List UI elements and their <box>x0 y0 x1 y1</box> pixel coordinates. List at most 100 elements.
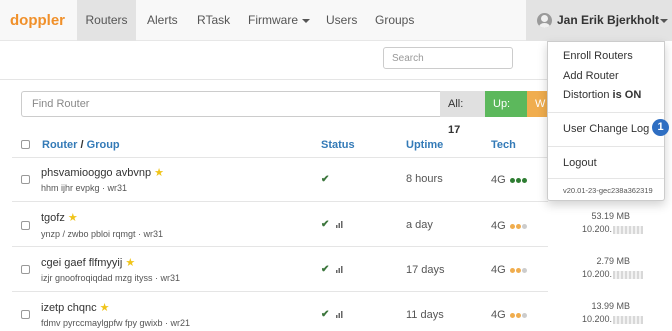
brand-logo[interactable]: doppler <box>10 12 65 29</box>
menu-divider <box>548 112 664 113</box>
filter-all-button[interactable]: All: 17 <box>440 91 485 136</box>
star-icon: ★ <box>154 167 164 179</box>
filter-all-label: All: <box>448 98 464 110</box>
ip-address: 10.200. <box>582 314 644 324</box>
row-divider <box>12 201 548 202</box>
row-checkbox[interactable] <box>21 310 30 319</box>
select-all-checkbox[interactable] <box>21 140 30 149</box>
filter-up-label: Up: <box>493 98 511 110</box>
signal-dot <box>509 223 515 229</box>
signal-bars-icon <box>336 266 343 273</box>
header-group: Group <box>86 139 120 151</box>
uptime-value: 8 hours <box>406 173 443 185</box>
menu-distortion-toggle[interactable]: Distortion is ON <box>563 89 641 101</box>
divider <box>0 79 548 80</box>
row-divider <box>12 291 548 292</box>
header-status[interactable]: Status <box>321 139 355 151</box>
tech-cell: 4G <box>491 264 527 276</box>
data-usage: 53.19 MB <box>591 211 630 221</box>
signal-bars-icon <box>336 311 343 318</box>
uptime-value: 17 days <box>406 264 445 276</box>
router-name[interactable]: izetp chqnc ★ <box>41 301 110 314</box>
router-group: fdmv pyrccmaylgpfw fpy gwixb · wr21 <box>41 318 191 328</box>
menu-divider <box>548 178 664 179</box>
tech-value: 4G <box>491 220 506 232</box>
router-name[interactable]: cgei gaef flfmyyij ★ <box>41 256 135 269</box>
header-uptime[interactable]: Uptime <box>406 139 443 151</box>
router-group: izjr gnoofroqiqdad mzg ityss · wr31 <box>41 273 181 283</box>
user-name: Jan Erik Bjerkholt <box>557 13 660 27</box>
nav-rtask[interactable]: RTask <box>197 0 230 41</box>
nav-groups[interactable]: Groups <box>375 0 414 41</box>
router-group: ynzp / zwbo pbloi rqmgt · wr31 <box>41 229 164 239</box>
redacted-ip <box>613 270 644 279</box>
row-divider <box>12 246 548 247</box>
redacted-ip <box>613 225 644 234</box>
filter-up-count: 5 <box>493 124 500 136</box>
header-tech[interactable]: Tech <box>491 139 516 151</box>
check-icon: ✔ <box>321 219 330 230</box>
menu-add-router[interactable]: Add Router <box>563 70 619 82</box>
uptime-value: 11 days <box>406 309 444 321</box>
tech-value: 4G <box>491 309 506 321</box>
distortion-state: is ON <box>612 89 642 101</box>
signal-dot <box>521 223 527 229</box>
menu-divider <box>548 146 664 147</box>
signal-dot <box>515 267 521 273</box>
router-name-text: phsvamiooggo avbvnp <box>41 167 152 179</box>
row-checkbox[interactable] <box>21 221 30 230</box>
filter-all-count: 17 <box>448 124 461 136</box>
signal-dot <box>515 223 521 229</box>
nav-alerts[interactable]: Alerts <box>147 0 178 41</box>
signal-dot <box>521 177 527 183</box>
nav-users[interactable]: Users <box>326 0 357 41</box>
tech-cell: 4G <box>491 309 527 321</box>
router-group: hhm ijhr evpkg · wr31 <box>41 183 128 193</box>
tech-value: 4G <box>491 264 506 276</box>
menu-user-change-log[interactable]: User Change Log <box>563 123 649 135</box>
router-name[interactable]: phsvamiooggo avbvnp ★ <box>41 166 164 179</box>
check-icon: ✔ <box>321 264 330 275</box>
star-icon: ★ <box>99 302 110 314</box>
avatar <box>537 13 552 28</box>
signal-dot <box>515 312 521 318</box>
filter-warn-label: W <box>535 98 546 110</box>
row-checkbox[interactable] <box>21 175 30 184</box>
router-name[interactable]: tgofz ★ <box>41 211 78 224</box>
navbar: doppler Routers Alerts RTask Firmware Us… <box>0 0 672 41</box>
nav-routers[interactable]: Routers <box>77 0 136 41</box>
ip-prefix: 10.200. <box>582 314 613 324</box>
menu-logout[interactable]: Logout <box>563 157 597 169</box>
tech-cell: 4G <box>491 174 527 186</box>
router-name-text: tgofz <box>41 212 65 224</box>
data-usage: 2.79 MB <box>596 256 630 266</box>
check-icon: ✔ <box>321 174 330 185</box>
filter-warn-button[interactable]: W <box>527 91 548 117</box>
ip-address: 10.200. <box>582 224 644 234</box>
ip-address: 10.200. <box>582 269 644 279</box>
row-divider <box>12 157 548 158</box>
user-menu-button[interactable]: Jan Erik Bjerkholt <box>526 0 672 41</box>
header-router-group[interactable]: Router / Group <box>42 139 120 151</box>
tech-cell: 4G <box>491 220 527 232</box>
signal-dot <box>521 267 527 273</box>
uptime-value: a day <box>406 219 433 231</box>
menu-enroll-routers[interactable]: Enroll Routers <box>563 50 633 62</box>
star-icon: ★ <box>67 212 78 224</box>
router-name-text: izetp chqnc <box>41 302 97 314</box>
user-dropdown-menu: Enroll Routers Add Router Distortion is … <box>547 41 665 201</box>
chevron-down-icon <box>302 18 310 23</box>
version-text: v20.01-23-gec238a362319 <box>563 186 653 195</box>
header-router: Router <box>42 139 78 151</box>
ip-prefix: 10.200. <box>582 224 613 234</box>
search-input[interactable] <box>383 47 513 69</box>
row-checkbox[interactable] <box>21 265 30 274</box>
signal-dot <box>521 312 527 318</box>
filter-up-button[interactable]: Up: 5 <box>485 91 527 136</box>
find-router-input[interactable] <box>21 91 440 117</box>
nav-firmware[interactable]: Firmware <box>248 0 310 41</box>
tech-value: 4G <box>491 174 506 186</box>
distortion-label: Distortion <box>563 89 610 101</box>
signal-dot <box>515 177 521 183</box>
signal-dot <box>509 177 515 183</box>
